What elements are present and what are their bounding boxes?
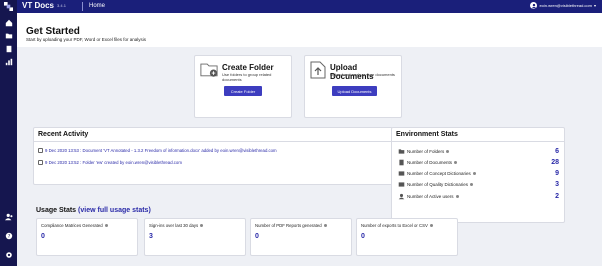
usage-stat-label-row: Sign-ins over last 30 days	[149, 223, 204, 228]
app-version: 3.4.1	[57, 3, 66, 8]
activity-item-text: 9 Dec 2020 13:52 : Folder 'ew' created b…	[45, 160, 182, 165]
page-title: Get Started	[26, 26, 80, 37]
usage-stat-label-row: Number of exports to Excel or CSV	[361, 223, 433, 228]
document-icon	[397, 159, 405, 166]
chart-icon[interactable]	[4, 57, 13, 66]
help-icon[interactable]: ?	[4, 231, 13, 240]
app-logo[interactable]	[0, 0, 17, 13]
info-icon[interactable]	[323, 224, 327, 227]
info-icon[interactable]	[446, 150, 450, 153]
stat-row-documents: Number of Documents	[397, 158, 557, 167]
stat-value: 2	[555, 193, 559, 200]
usage-stat-value: 0	[361, 233, 365, 240]
stat-row-active-users: Number of Active users	[397, 192, 557, 201]
upload-documents-button[interactable]: Upload Documents	[332, 86, 377, 96]
upload-document-icon	[310, 61, 326, 79]
upload-documents-description: Upload and analyze your documents	[330, 72, 395, 77]
usage-stats-heading: Usage Stats (view full usage stats)	[36, 207, 151, 214]
folder-plus-icon	[200, 63, 218, 77]
info-icon[interactable]	[470, 183, 474, 186]
users-icon[interactable]	[4, 212, 13, 221]
user-menu[interactable]: eoin.wren@visiblethread.com ▾	[530, 2, 596, 9]
document-icon[interactable]	[4, 44, 13, 53]
stat-row-folders: Number of Folders	[397, 147, 557, 156]
usage-stat-card: Number of exports to Excel or CSV 0	[356, 218, 458, 256]
nav-divider	[82, 2, 83, 11]
document-icon	[38, 148, 43, 153]
stat-value: 28	[551, 159, 559, 166]
user-email: eoin.wren@visiblethread.com	[539, 3, 592, 8]
usage-stat-value: 3	[149, 233, 153, 240]
folder-icon[interactable]	[4, 31, 13, 40]
activity-item[interactable]: 9 Dec 2020 13:52 : Folder 'ew' created b…	[38, 160, 182, 165]
stat-value: 6	[555, 148, 559, 155]
stat-value: 3	[555, 181, 559, 188]
folder-icon	[38, 160, 43, 165]
create-folder-title: Create Folder	[222, 63, 274, 72]
stat-label: Number of Folders	[407, 149, 445, 154]
dictionary-icon	[397, 181, 405, 188]
usage-stat-card: Compliance Matrices Generated 0	[36, 218, 138, 256]
stat-label: Number of Active users	[407, 194, 454, 199]
stat-row-concept-dictionaries: Number of Concept Dictionaries	[397, 169, 557, 178]
usage-stat-label-row: Compliance Matrices Generated	[41, 223, 108, 228]
home-icon[interactable]	[4, 18, 13, 27]
upload-documents-card: Upload Documents Upload and analyze your…	[304, 55, 402, 118]
nav-home-link[interactable]: Home	[89, 3, 105, 9]
stat-label: Number of Documents	[407, 160, 453, 165]
environment-stats-panel: Environment Stats Number of Folders 6 Nu…	[391, 127, 565, 223]
logo-icon	[4, 2, 13, 11]
stat-label: Number of Quality Dictionaries	[407, 182, 469, 187]
usage-stat-label-row: Number of PDF Reports generated	[255, 223, 327, 228]
stat-label: Number of Concept Dictionaries	[407, 171, 471, 176]
info-icon[interactable]	[429, 224, 433, 227]
page-subtitle: Start by uploading your PDF, Word or Exc…	[26, 37, 146, 42]
recent-activity-panel: Recent Activity 9 Dec 2020 13:53 : Docum…	[33, 127, 393, 185]
folder-icon	[397, 148, 405, 155]
info-icon[interactable]	[472, 172, 476, 175]
stat-value: 9	[555, 170, 559, 177]
user-icon	[397, 193, 405, 200]
stat-row-quality-dictionaries: Number of Quality Dictionaries	[397, 180, 557, 189]
usage-stat-label: Number of exports to Excel or CSV	[361, 223, 428, 228]
usage-stat-label: Compliance Matrices Generated	[41, 223, 103, 228]
activity-item-text: 9 Dec 2020 13:53 : Document 'VT Annotate…	[45, 148, 277, 153]
environment-stats-title: Environment Stats	[392, 128, 564, 142]
usage-stat-label: Sign-ins over last 30 days	[149, 223, 199, 228]
dictionary-icon	[397, 170, 405, 177]
create-folder-card: Create Folder Use folders to group relat…	[194, 55, 292, 118]
info-icon[interactable]	[200, 224, 204, 227]
brand-name: VT Docs	[22, 1, 55, 10]
info-icon[interactable]	[455, 195, 459, 198]
recent-activity-title: Recent Activity	[34, 128, 392, 142]
usage-stat-card: Number of PDF Reports generated 0	[250, 218, 352, 256]
settings-icon[interactable]	[4, 250, 13, 259]
sidebar: ?	[0, 13, 17, 266]
info-icon[interactable]	[454, 161, 458, 164]
user-avatar-icon	[530, 2, 538, 9]
chevron-down-icon: ▾	[593, 3, 596, 8]
view-full-usage-stats-link[interactable]: (view full usage stats)	[78, 207, 151, 214]
usage-stat-value: 0	[255, 233, 259, 240]
usage-stat-label: Number of PDF Reports generated	[255, 223, 322, 228]
usage-stats-title: Usage Stats	[36, 207, 77, 214]
main-content: Get Started Start by uploading your PDF,…	[17, 13, 602, 266]
usage-stat-card: Sign-ins over last 30 days 3	[144, 218, 246, 256]
top-bar: VT Docs 3.4.1 Home eoin.wren@visiblethre…	[0, 0, 602, 13]
create-folder-button[interactable]: Create Folder	[224, 86, 262, 96]
usage-stat-value: 0	[41, 233, 45, 240]
create-folder-description: Use folders to group related documents	[222, 72, 272, 82]
info-icon[interactable]	[104, 224, 108, 227]
page-header: Get Started Start by uploading your PDF,…	[17, 13, 602, 47]
brand[interactable]: VT Docs 3.4.1	[22, 1, 66, 10]
activity-item[interactable]: 9 Dec 2020 13:53 : Document 'VT Annotate…	[38, 148, 277, 153]
